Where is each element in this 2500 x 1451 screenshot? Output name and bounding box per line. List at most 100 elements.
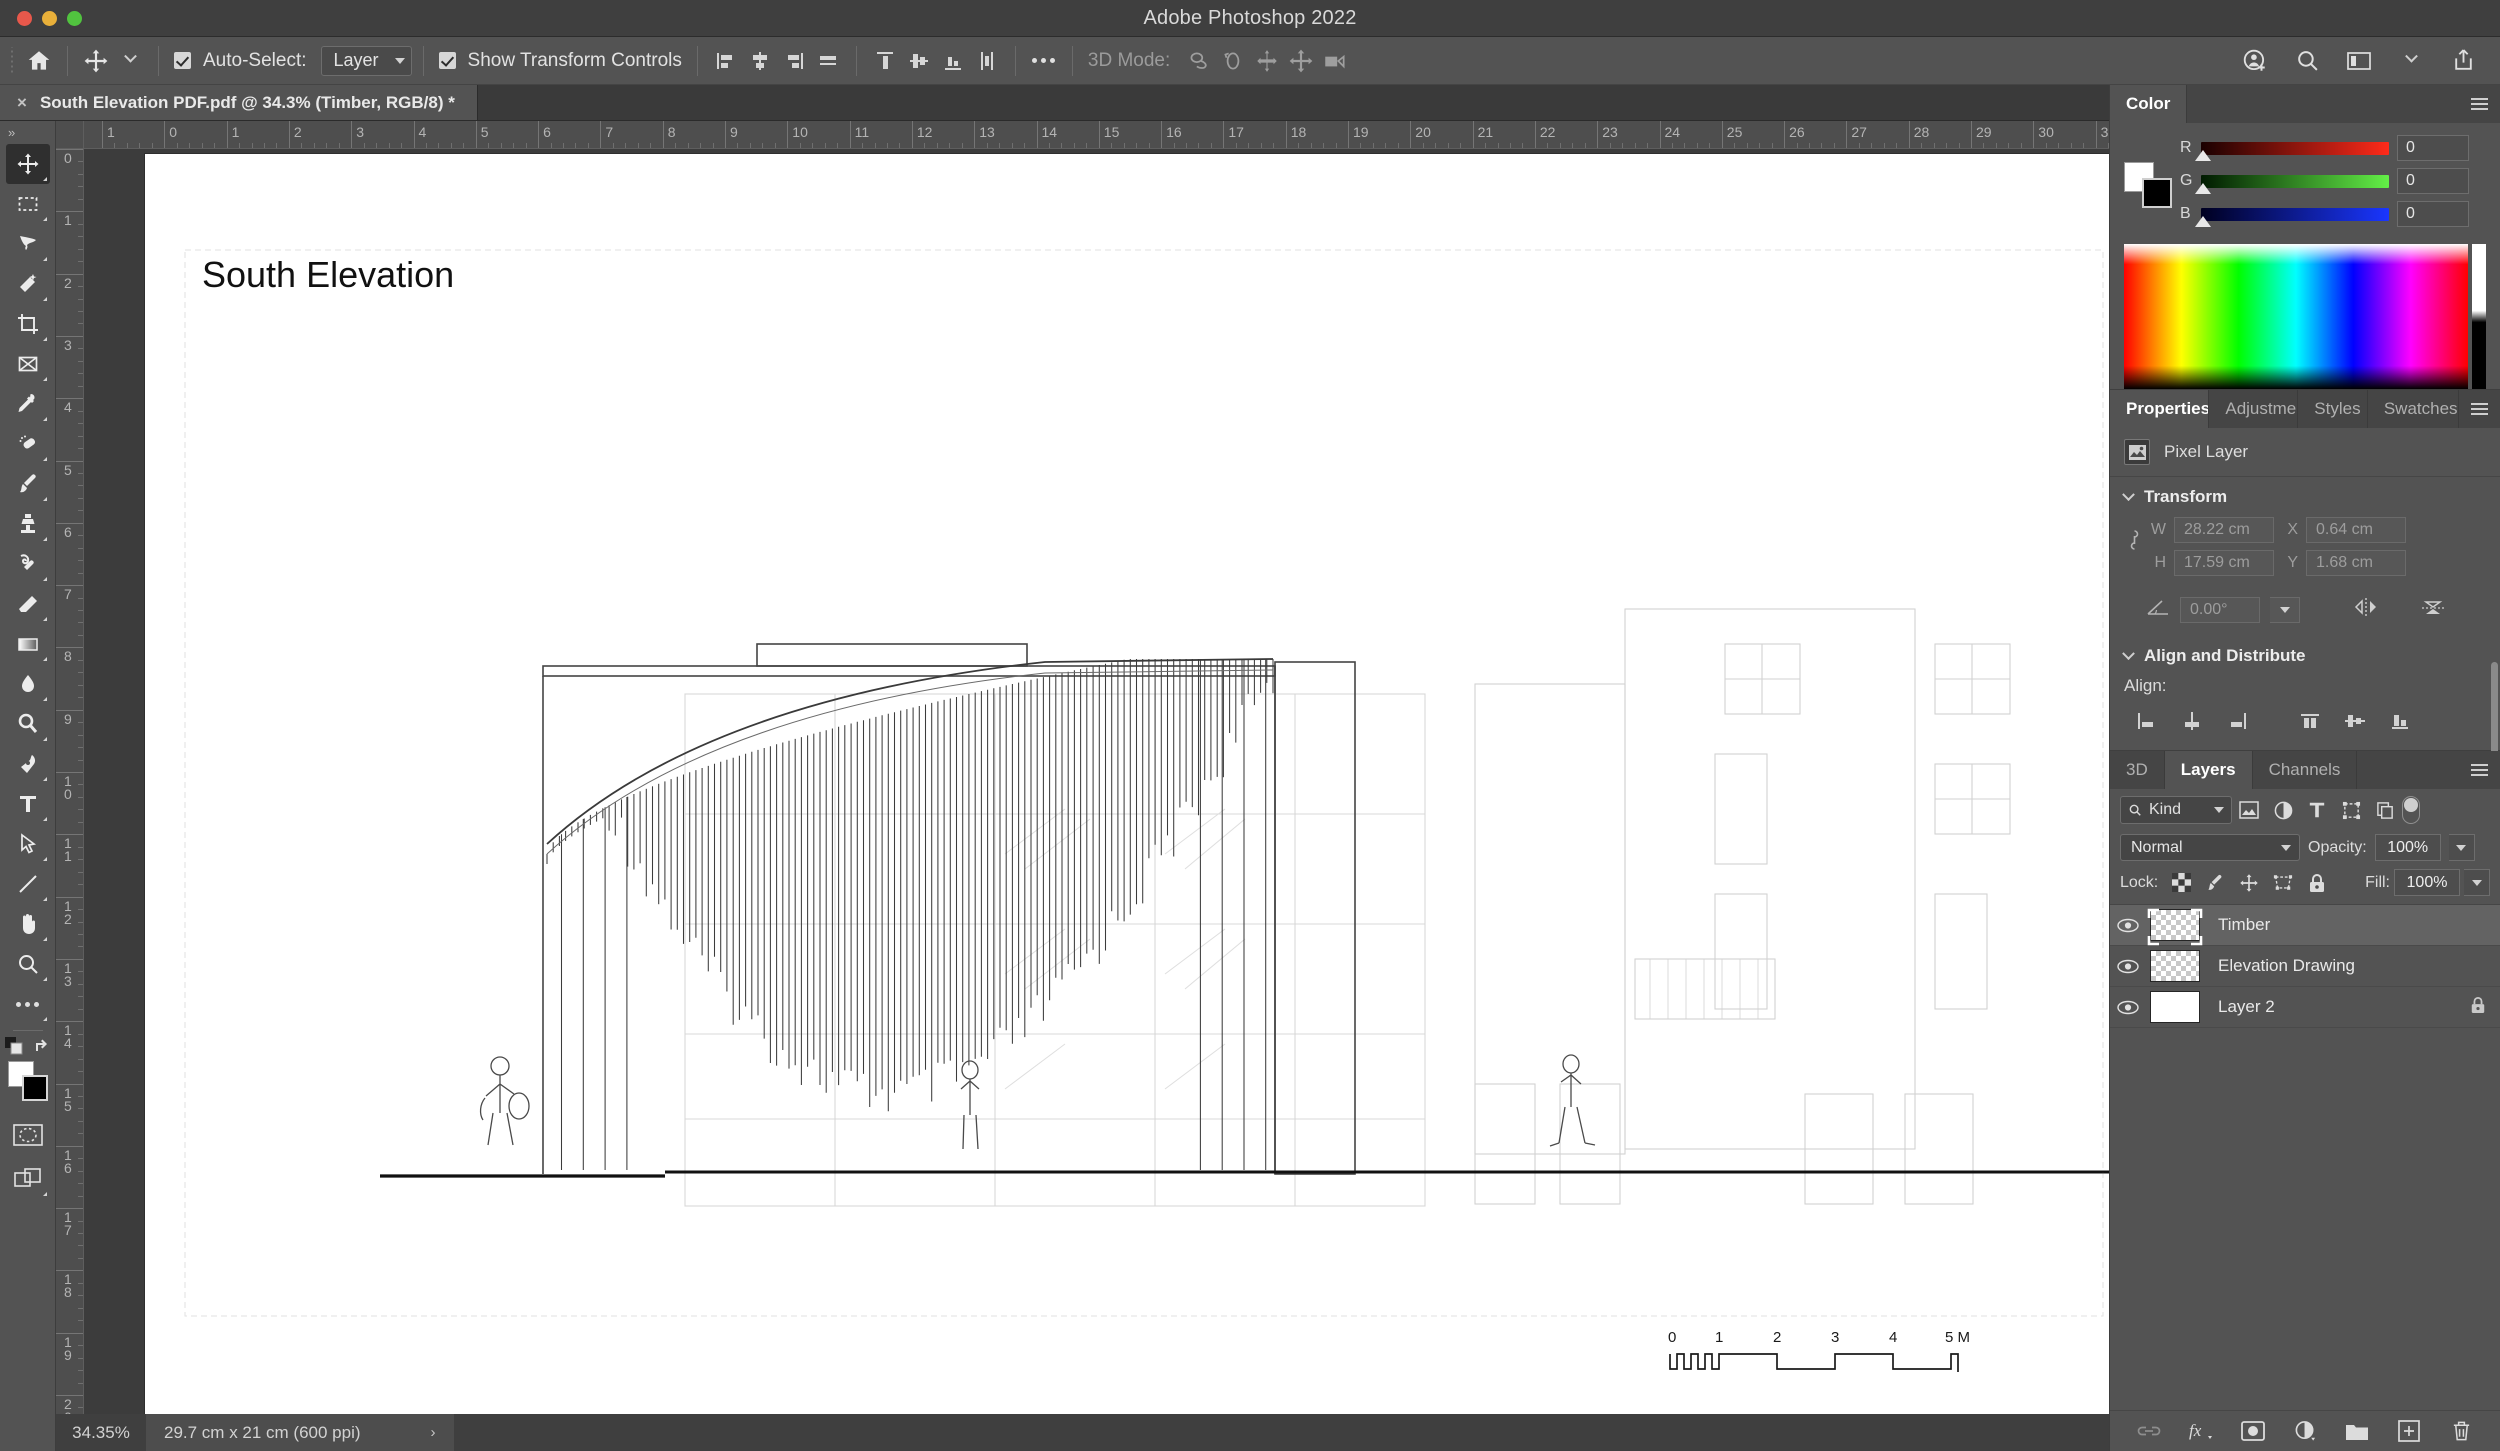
channel-b-slider[interactable]	[2195, 207, 2389, 227]
lock-image-pixels-icon[interactable]	[2200, 870, 2230, 896]
horizontal-type-tool[interactable]	[6, 784, 50, 824]
tab-styles[interactable]: Styles	[2298, 390, 2368, 428]
gradient-tool[interactable]	[6, 624, 50, 664]
align-left-edges-button[interactable]	[2124, 706, 2169, 736]
line-shape-tool[interactable]	[6, 864, 50, 904]
channel-g-value[interactable]: 0	[2397, 168, 2469, 194]
vertical-ruler[interactable]: 0 1 2 3 4 5 6 7 8 9 1 0 1 1 1 2 1 3 1 4 1 5 1 6 1 7 1 8 1 9…	[56, 149, 84, 1414]
blend-mode-dropdown[interactable]: Normal	[2120, 834, 2300, 861]
filter-toggle-switch[interactable]	[2402, 796, 2420, 824]
search-icon[interactable]	[2290, 44, 2324, 78]
layer-row-layer-2[interactable]: Layer 2	[2110, 987, 2500, 1028]
height-field[interactable]: 17.59 cm	[2174, 550, 2274, 576]
tab-layers[interactable]: Layers	[2164, 751, 2253, 789]
layer-visibility-toggle[interactable]	[2110, 918, 2146, 933]
background-color-swatch[interactable]	[2142, 177, 2172, 208]
horizontal-ruler[interactable]: 1 0 1 2 3 4 5 6 7 8 9 10 11 12 13 14 15 16 17 18 19 20 21 22 23 2…	[84, 121, 2109, 149]
layer-name[interactable]: Elevation Drawing	[2204, 956, 2355, 976]
pen-tool[interactable]	[6, 744, 50, 784]
lock-all-icon[interactable]	[2302, 870, 2332, 896]
align-text-block-button[interactable]	[811, 44, 845, 78]
x-field[interactable]: 0.64 cm	[2306, 517, 2406, 543]
spectrum-grayscale-ramp[interactable]	[2472, 244, 2486, 389]
tab-swatches[interactable]: Swatches	[2367, 390, 2459, 428]
align-vertical-centers-button[interactable]	[2332, 706, 2377, 736]
align-right-edges-button[interactable]	[777, 44, 811, 78]
roll-3d-icon[interactable]	[1216, 44, 1250, 78]
share-export-icon[interactable]	[2446, 44, 2480, 78]
color-panel-swatches[interactable]	[2124, 161, 2172, 208]
color-panel-menu-button[interactable]	[2459, 85, 2500, 123]
link-aspect-icon[interactable]	[2126, 527, 2143, 558]
chevron-down-icon[interactable]	[2394, 44, 2428, 78]
tab-properties[interactable]: Properties	[2110, 390, 2210, 428]
layer-visibility-toggle[interactable]	[2110, 1000, 2146, 1015]
channel-g-slider[interactable]	[2195, 174, 2389, 194]
background-color-swatch[interactable]	[21, 1075, 48, 1101]
swap-colors-icon[interactable]	[33, 1037, 51, 1055]
layer-mask-icon[interactable]	[2240, 1418, 2266, 1444]
align-top-edges-button[interactable]	[868, 44, 902, 78]
orbit-3d-icon[interactable]	[1182, 44, 1216, 78]
crop-tool[interactable]	[6, 304, 50, 344]
fill-dropdown-button[interactable]	[2464, 869, 2490, 896]
tab-adjustments[interactable]: Adjustme	[2209, 390, 2299, 428]
tab-channels[interactable]: Channels	[2252, 751, 2358, 789]
rectangular-marquee-tool[interactable]	[6, 184, 50, 224]
move-tool-icon[interactable]	[79, 44, 113, 78]
properties-panel-menu-button[interactable]	[2459, 390, 2500, 428]
color-swatches[interactable]	[6, 1061, 50, 1107]
close-window-button[interactable]	[17, 11, 32, 26]
minimize-window-button[interactable]	[42, 11, 57, 26]
channel-r-value[interactable]: 0	[2397, 135, 2469, 161]
channel-r-slider[interactable]	[2195, 141, 2389, 161]
auto-select-scope-dropdown[interactable]: Layer	[320, 45, 412, 76]
tab-3d[interactable]: 3D	[2110, 751, 2165, 789]
zoom-tool[interactable]	[6, 944, 50, 984]
maximize-window-button[interactable]	[67, 11, 82, 26]
adjustment-filter-icon[interactable]	[2266, 796, 2300, 824]
default-colors-icon[interactable]	[4, 1037, 23, 1055]
opacity-dropdown-button[interactable]	[2448, 834, 2475, 861]
document-page[interactable]: South Elevation 0 1 2 3 4 5 M	[145, 154, 2109, 1414]
magic-wand-tool[interactable]	[6, 264, 50, 304]
align-left-edges-button[interactable]	[709, 44, 743, 78]
layer-thumbnail[interactable]	[2150, 950, 2200, 982]
align-bottom-edges-button[interactable]	[2377, 706, 2422, 736]
align-horizontal-centers-button[interactable]	[2169, 706, 2214, 736]
link-layers-icon[interactable]	[2136, 1418, 2162, 1444]
fill-field[interactable]: 100%	[2394, 869, 2460, 896]
new-layer-icon[interactable]	[2396, 1418, 2422, 1444]
flip-horizontal-icon[interactable]	[2354, 596, 2378, 623]
lasso-tool[interactable]	[6, 224, 50, 264]
flip-vertical-icon[interactable]	[2420, 595, 2446, 624]
smart-object-filter-icon[interactable]	[2368, 796, 2402, 824]
align-top-edges-button[interactable]	[2287, 706, 2332, 736]
layer-row-elevation-drawing[interactable]: Elevation Drawing	[2110, 946, 2500, 987]
delete-layer-icon[interactable]	[2448, 1418, 2474, 1444]
auto-select-checkbox[interactable]: Auto-Select:	[170, 44, 311, 78]
home-icon[interactable]	[22, 44, 56, 78]
transform-section-header[interactable]: Transform	[2110, 477, 2500, 513]
slider-thumb[interactable]	[2195, 182, 2211, 194]
more-options-button[interactable]	[1027, 44, 1061, 78]
align-horizontal-centers-button[interactable]	[743, 44, 777, 78]
share-user-icon[interactable]	[2238, 44, 2272, 78]
align-right-edges-button[interactable]	[2214, 706, 2259, 736]
new-group-icon[interactable]	[2344, 1418, 2370, 1444]
angle-dropdown-button[interactable]	[2270, 596, 2300, 623]
y-field[interactable]: 1.68 cm	[2306, 550, 2406, 576]
slide-3d-icon[interactable]	[1284, 44, 1318, 78]
opacity-field[interactable]: 100%	[2374, 834, 2441, 861]
history-brush-tool[interactable]	[6, 544, 50, 584]
show-transform-controls-checkbox[interactable]: Show Transform Controls	[435, 44, 686, 78]
tab-color[interactable]: Color	[2110, 85, 2188, 123]
camera-3d-icon[interactable]	[1318, 44, 1352, 78]
quick-mask-icon[interactable]	[6, 1115, 50, 1155]
layer-visibility-toggle[interactable]	[2110, 959, 2146, 974]
distribute-vertical-button[interactable]	[970, 44, 1004, 78]
spot-healing-brush-tool[interactable]	[6, 424, 50, 464]
frame-tool[interactable]	[6, 344, 50, 384]
shape-filter-icon[interactable]	[2334, 796, 2368, 824]
document-size-info[interactable]: 29.7 cm x 21 cm (600 ppi) ›	[146, 1414, 454, 1451]
